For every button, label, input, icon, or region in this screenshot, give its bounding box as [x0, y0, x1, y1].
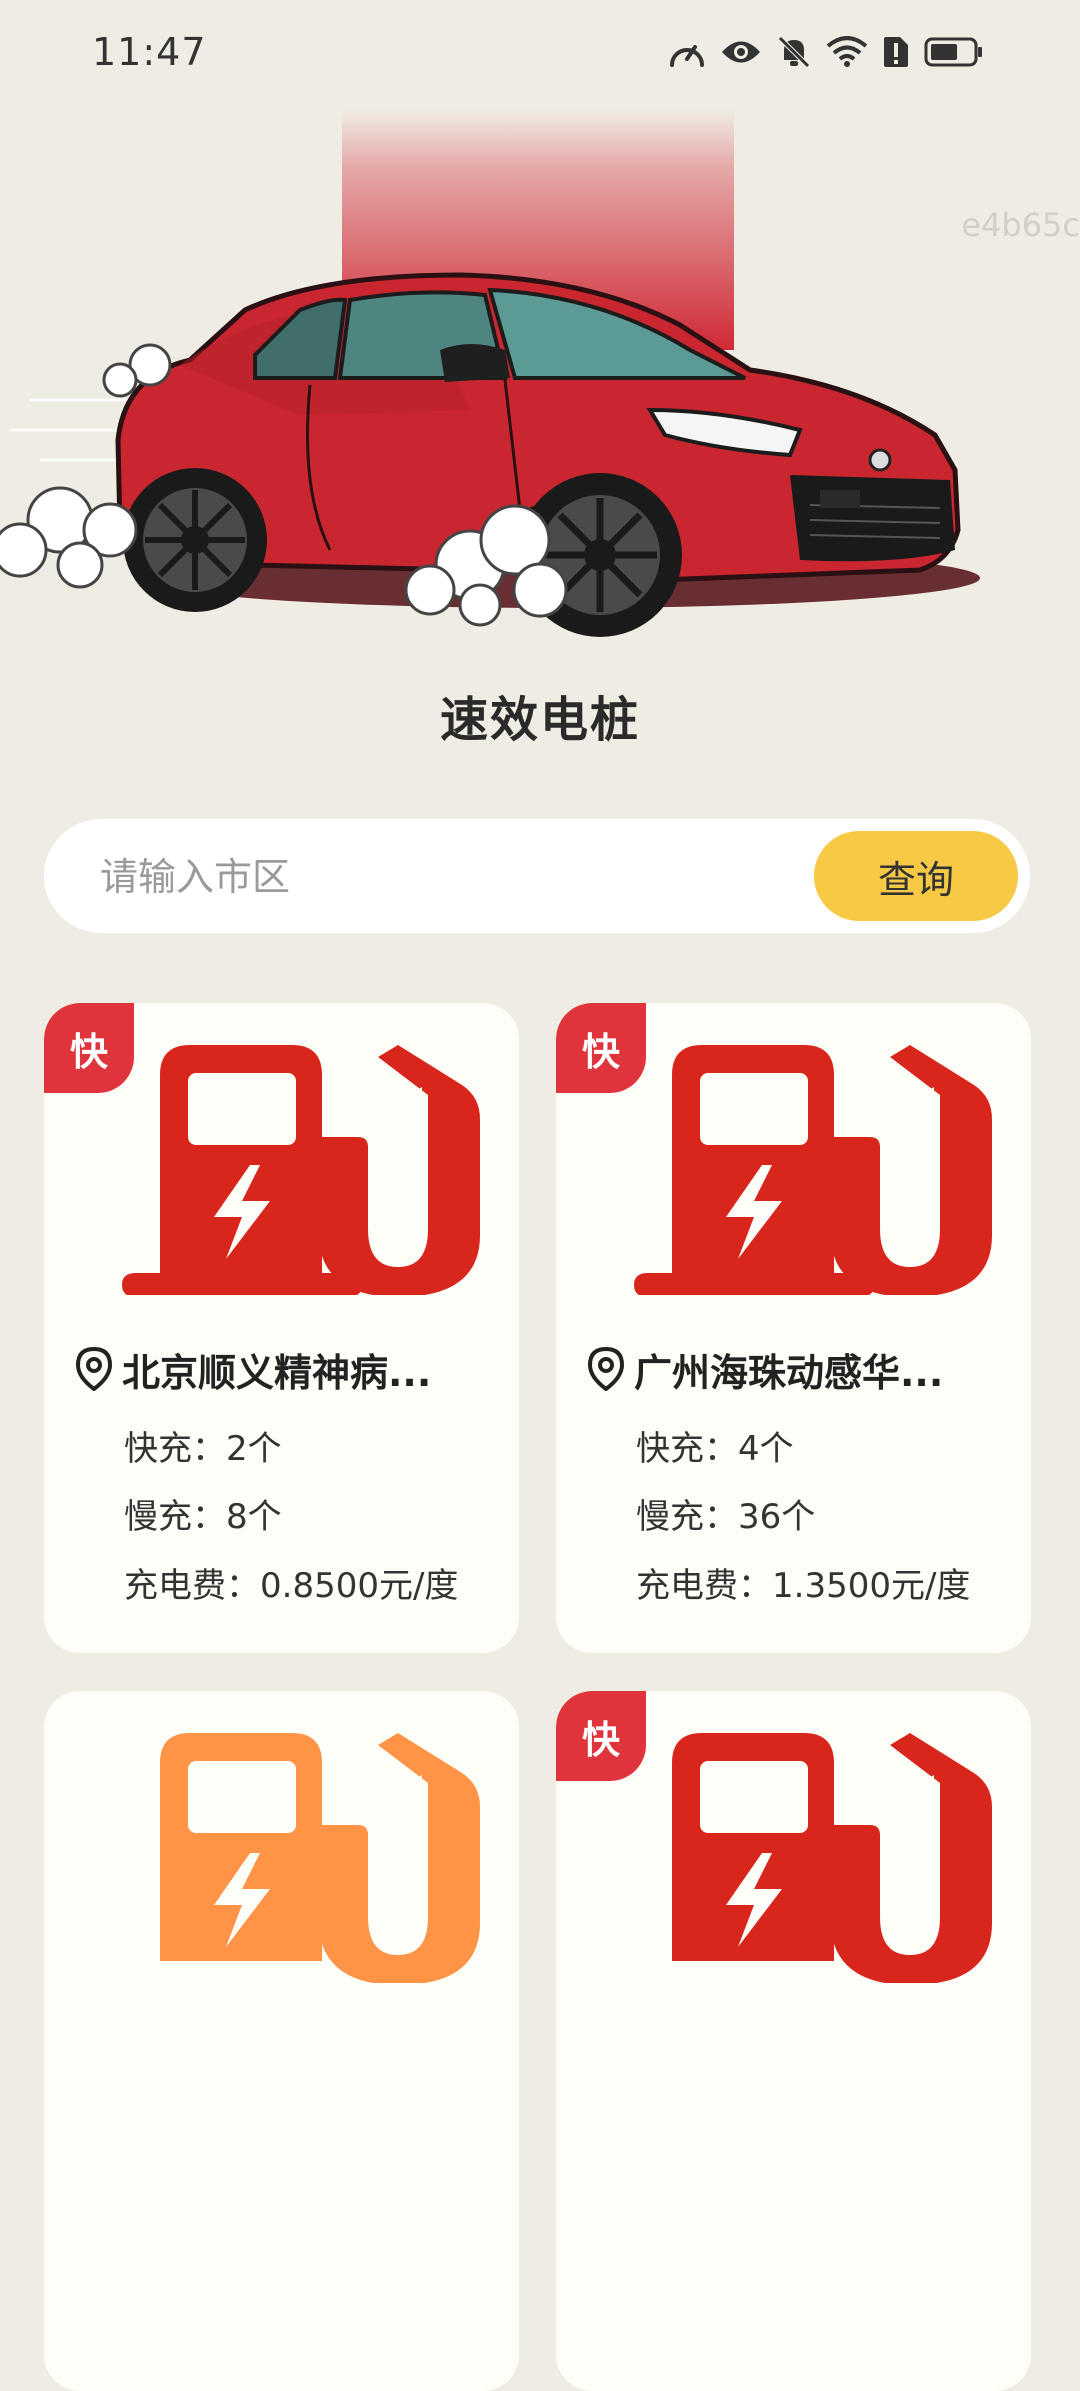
charging-fee: 充电费：1.3500元/度: [636, 1566, 971, 1606]
station-name: 广州海珠动感华...: [634, 1350, 944, 1395]
charging-pump-icon: [122, 1045, 480, 1295]
station-name: 北京顺义精神病...: [122, 1350, 432, 1395]
station-card[interactable]: 快 北京顺义精神病... 快充：2个 慢充：8个 充电费：0.8500元/度: [44, 1003, 519, 1653]
speedometer-icon: [670, 45, 704, 67]
charging-fee: 充电费：0.8500元/度: [124, 1566, 459, 1606]
station-name-row: 北京顺义精神病...: [74, 1341, 504, 1397]
eye-icon: [722, 41, 760, 63]
slow-charge-count: 慢充：36个: [636, 1497, 816, 1537]
sim-alert-icon: [884, 37, 908, 67]
status-time: 11:47: [92, 30, 207, 74]
station-card[interactable]: 快 广州海珠动感华... 快充：4个 慢充：36个 充电费：1.3500元/度: [556, 1003, 1031, 1653]
charging-pump-icon: [672, 1733, 992, 1983]
car-illustration: [0, 110, 980, 637]
fast-charge-count: 快充：2个: [124, 1429, 282, 1469]
status-icons: [668, 34, 984, 70]
status-bar: 11:47: [0, 0, 1080, 110]
bell-off-icon: [778, 36, 810, 68]
slow-charge-count: 慢充：8个: [124, 1497, 282, 1537]
fast-badge: 快: [556, 1691, 646, 1781]
fast-badge: 快: [44, 1003, 134, 1093]
charging-pump-icon: [160, 1733, 480, 1983]
fast-charge-count: 快充：4个: [636, 1429, 794, 1469]
location-pin-icon: [75, 1347, 113, 1391]
fast-badge: 快: [556, 1003, 646, 1093]
station-name-row: 广州海珠动感华...: [586, 1341, 1016, 1397]
battery-icon: [924, 37, 982, 67]
search-bar: 查询: [44, 819, 1030, 935]
location-pin-icon: [587, 1347, 625, 1391]
search-input[interactable]: [98, 819, 802, 935]
station-card[interactable]: [44, 1691, 519, 2391]
app-title: 速效电桩: [439, 692, 640, 748]
charging-pump-icon: [634, 1045, 992, 1295]
search-button[interactable]: 查询: [814, 831, 1018, 921]
wifi-icon: [826, 36, 868, 67]
station-card[interactable]: 快: [556, 1691, 1031, 2391]
